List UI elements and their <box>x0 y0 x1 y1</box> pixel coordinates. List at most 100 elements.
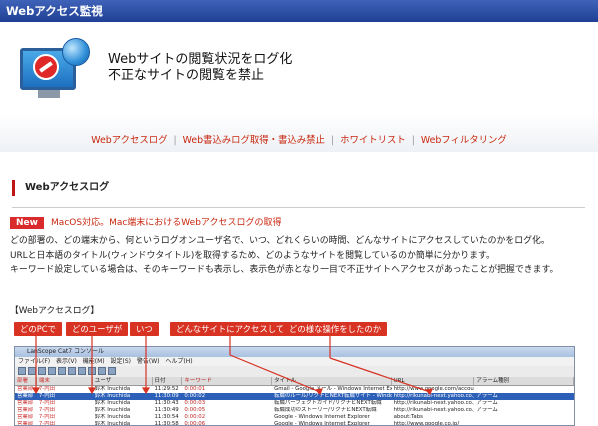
callout-which-user: どのユーザが <box>66 322 129 336</box>
table-cell: 7-内田 <box>38 421 56 426</box>
table-row[interactable]: 営業部 7-内田 鈴木 Inuchida 11:30:43 0:00:03 転職パーフェク… <box>15 400 574 407</box>
toolbar-icon <box>68 367 76 375</box>
column-header: 端末 <box>37 377 93 385</box>
table-cell: 7-内田 <box>38 414 56 420</box>
nav-separator: | <box>173 135 177 146</box>
toolbar-icon <box>108 367 116 375</box>
table-cell: 鈴木 Inuchida <box>94 421 131 426</box>
table-cell: Google - Windows Internet Explorer <box>274 421 370 426</box>
table-row[interactable]: 営業部 7-内田 鈴木 Inuchida 11:29:52 0:00:01 Gmail -… <box>15 386 574 393</box>
callout-row: どのPCで どのユーザが いつ どんなサイトにアクセスして どの様な操作をしたの… <box>0 322 598 340</box>
column-header: ユーザ <box>93 377 153 385</box>
table-cell: 11:30:54 <box>154 414 179 420</box>
new-badge: New <box>10 217 44 229</box>
page-header: Webアクセス監視 <box>0 0 598 22</box>
table-cell: 営業部 <box>17 400 34 406</box>
table-cell <box>474 421 574 425</box>
toolbar-icon <box>18 367 26 375</box>
table-cell: 0:00:02 <box>184 414 206 420</box>
toolbar-icon <box>28 367 36 375</box>
section-title: Webアクセスログ <box>12 180 109 196</box>
table-cell: http://www.google.com/accounts/ServiceLo… <box>393 386 475 392</box>
nav-link-filtering[interactable]: Webフィルタリング <box>421 132 507 146</box>
table-cell: Gmail - Google メール - Windows Internet Ex… <box>274 386 392 392</box>
toolbar-icon <box>38 367 46 375</box>
column-header: キーワード <box>182 377 273 385</box>
table-cell: 営業部 <box>17 386 34 392</box>
nav-link-access-log[interactable]: Webアクセスログ <box>91 132 167 146</box>
column-header: 日付 <box>153 377 183 385</box>
monitor-stand <box>38 90 60 98</box>
table-cell: 11:30:58 <box>154 421 179 426</box>
column-header: アラーム種別 <box>474 377 574 385</box>
callout-what-operation: どの様な操作をしたのか <box>283 322 388 336</box>
feature-nav: Webアクセスログ | Web書込みログ取得・書込み禁止 | ホワイトリスト |… <box>0 132 598 146</box>
table-cell: Google - Windows Internet Explorer <box>274 414 370 420</box>
table-cell: 0:00:03 <box>184 400 206 406</box>
column-header: タイトル <box>272 377 392 385</box>
figure-caption: 【Webアクセスログ】 <box>10 306 100 316</box>
toolbar-icon <box>78 367 86 375</box>
section-divider <box>12 207 585 208</box>
table-cell: http://www.google.co.jp/ <box>393 421 460 426</box>
prohibited-icon <box>33 54 59 80</box>
table-cell: 鈴木 Inuchida <box>94 414 131 420</box>
new-notice: New MacOS対応。Mac端末におけるWebアクセスログの取得 <box>10 217 281 229</box>
description-line: キーワード設定している場合は、そのキーワードも表示し、表示色が赤となり一目で不正… <box>10 265 559 275</box>
console-menu: ファイル(F) 表示(V) 機能(M) 設定(S) 警告(W) ヘルプ(H) <box>15 357 574 366</box>
console-screenshot: LanScope Cat7 コンソール ファイル(F) 表示(V) 機能(M) … <box>14 346 575 426</box>
table-cell: 7-内田 <box>38 393 56 399</box>
table-cell: 鈴木 Inuchida <box>94 400 131 406</box>
globe-icon <box>62 38 90 66</box>
nav-link-write-log[interactable]: Web書込みログ取得・書込み禁止 <box>183 132 325 146</box>
table-cell: 0:00:01 <box>184 386 206 392</box>
table-cell: 0:00:02 <box>184 393 206 399</box>
table-cell: 営業部 <box>17 407 34 413</box>
table-row[interactable]: 営業部 7-内田 鈴木 Inuchida 11:30:09 0:00:02 転職のルール/… <box>15 393 574 400</box>
table-cell: 鈴木 Inuchida <box>94 386 131 392</box>
toolbar-icon <box>48 367 56 375</box>
table-cell <box>474 386 574 393</box>
table-cell: 鈴木 Inuchida <box>94 407 131 413</box>
table-row[interactable]: 営業部 7-内田 鈴木 Inuchida 11:30:58 0:00:06 Google … <box>15 421 574 426</box>
table-cell: 11:30:09 <box>154 393 179 399</box>
callout-which-pc: どのPCで <box>14 322 63 336</box>
table-cell: about:Tabs <box>393 414 423 420</box>
description: どの部署の、どの端末から、何というログオンユーザ名で、いつ、どれくらいの時間、ど… <box>10 234 595 278</box>
table-row[interactable]: 営業部 7-内田 鈴木 Inuchida 11:30:54 0:00:02 Google … <box>15 414 574 421</box>
table-cell: アラーム <box>476 400 498 406</box>
table-cell: 7-内田 <box>38 400 56 406</box>
hero-headline: Webサイトの閲覧状況をログ化 不正なサイトの閲覧を禁止 <box>108 52 292 84</box>
console-title: LanScope Cat7 コンソール <box>15 347 574 357</box>
console-table-body: 営業部 7-内田 鈴木 Inuchida 11:29:52 0:00:01 Gmail -… <box>15 386 574 426</box>
toolbar-icon <box>88 367 96 375</box>
table-cell: 0:00:06 <box>184 421 206 426</box>
table-cell: アラーム <box>476 393 498 399</box>
console-table-header: 部署 端末 ユーザ 日付 キーワード タイトル URL アラーム種別 <box>15 377 574 386</box>
table-cell: 転職成功のストーリー/リクナビNEXT転職 <box>274 407 377 413</box>
nav-link-whitelist[interactable]: ホワイトリスト <box>340 132 406 146</box>
table-cell: 営業部 <box>17 421 34 426</box>
hero-line-2: 不正なサイトの閲覧を禁止 <box>108 68 265 83</box>
description-line: どの部署の、どの端末から、何というログオンユーザ名で、いつ、どれくらいの時間、ど… <box>10 236 550 246</box>
console-toolbar <box>15 366 574 377</box>
table-cell: 転職のルール/リクナビNEXT転職サイト - Windows <box>274 393 392 399</box>
nav-separator: | <box>411 135 415 146</box>
table-cell: 11:30:43 <box>154 400 179 406</box>
table-cell: http://rikunabi-next.yahoo.co.jp/shinnet… <box>393 407 475 413</box>
toolbar-icon <box>58 367 66 375</box>
callout-which-site: どんなサイトにアクセスして <box>170 322 291 336</box>
new-notice-text: MacOS対応。Mac端末におけるWebアクセスログの取得 <box>51 218 282 228</box>
table-cell: 転職パーフェクトガイド/リクナビNEXT転職 <box>274 400 382 406</box>
table-cell: 営業部 <box>17 414 34 420</box>
page-header-title: Webアクセス監視 <box>6 4 103 18</box>
hero-line-1: Webサイトの閲覧状況をログ化 <box>108 52 293 67</box>
toolbar-icon <box>98 367 106 375</box>
nav-separator: | <box>330 135 335 146</box>
table-cell: 11:30:49 <box>154 407 179 413</box>
table-cell <box>474 414 574 421</box>
table-row[interactable]: 営業部 7-内田 鈴木 Inuchida 11:30:49 0:00:05 転職成功のスト… <box>15 407 574 414</box>
table-cell: 11:29:52 <box>154 386 179 392</box>
table-cell: http://rikunabi-next.yahoo.co.jp/perfect… <box>393 400 475 406</box>
web-monitor-icon <box>20 38 92 100</box>
